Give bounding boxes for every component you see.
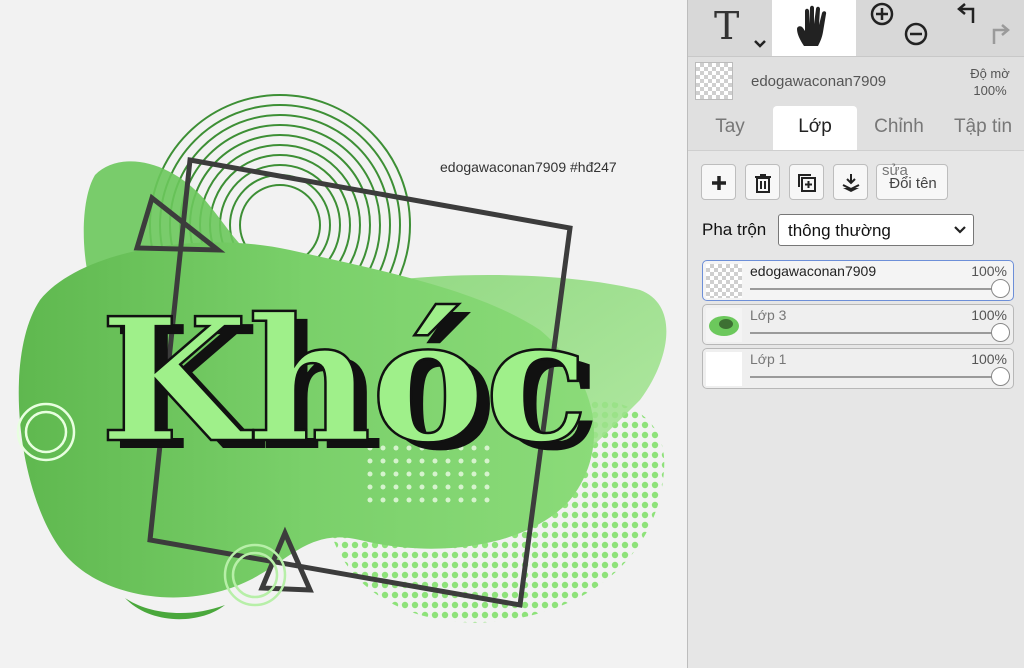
undo-icon: [957, 3, 975, 23]
chevron-down-icon: [954, 226, 966, 234]
layer-opacity-slider[interactable]: [750, 332, 1001, 334]
layer-name: Lớp 3: [750, 307, 787, 323]
merge-down-icon: [842, 174, 860, 192]
redo-icon: [992, 24, 1010, 44]
tab-layers[interactable]: Lớp: [773, 106, 857, 150]
layer-opacity-handle[interactable]: [991, 279, 1010, 298]
current-layer-thumbnail: [695, 62, 733, 100]
blend-mode-label: Pha trộn: [702, 220, 767, 239]
layer-name: Lớp 1: [750, 351, 787, 367]
current-layer-header: edogawaconan7909 Độ mờ 100%: [688, 56, 1024, 106]
watermark-text: edogawaconan7909 #hđ247: [440, 159, 617, 175]
zoom-tool-button[interactable]: [856, 0, 940, 56]
title-text: Khóc: [100, 281, 588, 481]
rename-label: Đổi tên: [889, 175, 937, 192]
text-icon: T: [714, 4, 740, 48]
opacity-label: Độ mờ: [970, 66, 1010, 81]
layer-opacity-handle[interactable]: [991, 367, 1010, 386]
current-layer-name: edogawaconan7909: [751, 73, 887, 90]
hand-tool-button[interactable]: [772, 0, 856, 56]
layer-opacity: 100%: [971, 351, 1007, 367]
layer-thumbnail: [706, 352, 742, 386]
duplicate-icon: [798, 174, 816, 192]
layer-item[interactable]: Lớp 3 100%: [702, 304, 1014, 345]
layer-name: edogawaconan7909: [750, 263, 877, 279]
merge-down-button[interactable]: [833, 164, 868, 200]
add-layer-button[interactable]: [701, 164, 736, 200]
hand-icon: [797, 5, 827, 46]
drawing-canvas[interactable]: edogawaconan7909 #hđ247 Khóc Khóc: [0, 0, 687, 668]
panel-tabs: Tay Lớp Chỉnh Tập tin: [688, 106, 1024, 150]
right-panel: T edogawaconan7909 Độ mờ 100% Tay Lớp Ch…: [687, 0, 1024, 668]
duplicate-layer-button[interactable]: [789, 164, 824, 200]
artwork-thumbnail-icon: [709, 316, 739, 336]
tab-adjust[interactable]: Chỉnh: [857, 106, 941, 150]
zoom-in-icon: [870, 2, 894, 26]
layers-panel: sửa Đổi tên Pha trộn thông thường edogaw…: [688, 150, 1024, 668]
layer-thumbnail: [706, 308, 742, 342]
layer-opacity-slider[interactable]: [750, 288, 1001, 290]
layer-opacity: 100%: [971, 263, 1007, 279]
tab-brush[interactable]: Tay: [688, 106, 772, 150]
rename-layer-button[interactable]: sửa Đổi tên: [876, 162, 948, 200]
layer-thumbnail: [706, 264, 742, 298]
plus-icon: [712, 176, 726, 190]
layer-opacity-slider[interactable]: [750, 376, 1001, 378]
layer-item[interactable]: edogawaconan7909 100%: [702, 260, 1014, 301]
tab-file[interactable]: Tập tin: [941, 106, 1024, 150]
blend-mode-select[interactable]: thông thường: [778, 214, 974, 246]
chevron-down-icon: [754, 40, 766, 48]
zoom-out-icon: [904, 22, 928, 46]
layer-opacity: 100%: [971, 307, 1007, 323]
toolbar: T: [688, 0, 1024, 56]
bottom-swoosh: [125, 598, 225, 620]
layer-item[interactable]: Lớp 1 100%: [702, 348, 1014, 389]
delete-layer-button[interactable]: [745, 164, 780, 200]
layer-opacity-handle[interactable]: [991, 323, 1010, 342]
trash-icon: [755, 174, 771, 193]
blend-mode-value: thông thường: [788, 221, 891, 240]
undo-redo-button[interactable]: [940, 0, 1024, 56]
title-art: Khóc Khóc: [99, 280, 601, 489]
artwork: edogawaconan7909 #hđ247 Khóc Khóc: [16, 94, 667, 623]
text-tool-button[interactable]: T: [688, 0, 772, 56]
opacity-value[interactable]: 100%: [960, 83, 1020, 98]
